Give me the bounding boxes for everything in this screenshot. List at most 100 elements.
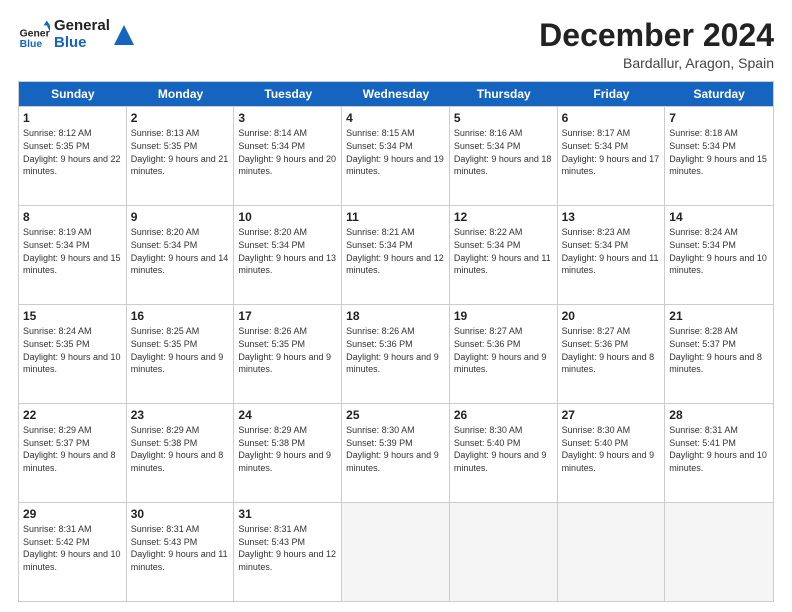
day-number: 13 bbox=[562, 209, 661, 225]
day-number: 26 bbox=[454, 407, 553, 423]
day-number: 3 bbox=[238, 110, 337, 126]
logo-triangle bbox=[114, 25, 134, 45]
week-row-1: 1 Sunrise: 8:12 AMSunset: 5:35 PMDaylight… bbox=[19, 106, 773, 205]
day-cell-10: 10 Sunrise: 8:20 AMSunset: 5:34 PMDayligh… bbox=[234, 206, 342, 304]
week-row-3: 15 Sunrise: 8:24 AMSunset: 5:35 PMDayligh… bbox=[19, 304, 773, 403]
logo: General Blue General Blue bbox=[18, 18, 134, 51]
day-cell-4: 4Sunrise: 8:15 AMSunset: 5:34 PMDaylight… bbox=[342, 107, 450, 205]
day-info: Sunrise: 8:13 AMSunset: 5:35 PMDaylight:… bbox=[131, 128, 229, 176]
day-info: Sunrise: 8:31 AMSunset: 5:42 PMDaylight:… bbox=[23, 524, 121, 572]
day-cell-23: 23Sunrise: 8:29 AMSunset: 5:38 PMDayligh… bbox=[127, 404, 235, 502]
day-info: Sunrise: 8:24 AMSunset: 5:35 PMDaylight:… bbox=[23, 326, 121, 374]
day-info: Sunrise: 8:31 AMSunset: 5:43 PMDaylight:… bbox=[238, 524, 336, 572]
day-number: 25 bbox=[346, 407, 445, 423]
day-number: 14 bbox=[669, 209, 769, 225]
day-cell-31: 31 Sunrise: 8:31 AMSunset: 5:43 PMDayligh… bbox=[234, 503, 342, 601]
header-day-thursday: Thursday bbox=[450, 82, 558, 106]
day-cell-18: 18 Sunrise: 8:26 AMSunset: 5:36 PMDayligh… bbox=[342, 305, 450, 403]
day-number: 2 bbox=[131, 110, 230, 126]
day-cell-3: 3 Sunrise: 8:14 AMSunset: 5:34 PMDaylight… bbox=[234, 107, 342, 205]
calendar: SundayMondayTuesdayWednesdayThursdayFrid… bbox=[18, 81, 774, 602]
day-info: Sunrise: 8:25 AMSunset: 5:35 PMDaylight:… bbox=[131, 326, 224, 374]
month-title: December 2024 bbox=[539, 18, 774, 53]
day-info: Sunrise: 8:21 AMSunset: 5:34 PMDaylight:… bbox=[346, 227, 444, 275]
day-info: Sunrise: 8:29 AMSunset: 5:38 PMDaylight:… bbox=[238, 425, 331, 473]
day-cell-15: 15 Sunrise: 8:24 AMSunset: 5:35 PMDayligh… bbox=[19, 305, 127, 403]
header-day-sunday: Sunday bbox=[19, 82, 127, 106]
day-number: 30 bbox=[131, 506, 230, 522]
day-cell-2: 2 Sunrise: 8:13 AMSunset: 5:35 PMDaylight… bbox=[127, 107, 235, 205]
day-info: Sunrise: 8:14 AMSunset: 5:34 PMDaylight:… bbox=[238, 128, 336, 176]
day-cell-12: 12 Sunrise: 8:22 AMSunset: 5:34 PMDayligh… bbox=[450, 206, 558, 304]
day-cell-28: 28Sunrise: 8:31 AMSunset: 5:41 PMDayligh… bbox=[665, 404, 773, 502]
day-info: Sunrise: 8:26 AMSunset: 5:35 PMDaylight:… bbox=[238, 326, 331, 374]
logo-icon: General Blue bbox=[18, 19, 50, 51]
day-cell-24: 24 Sunrise: 8:29 AMSunset: 5:38 PMDayligh… bbox=[234, 404, 342, 502]
day-info: Sunrise: 8:19 AMSunset: 5:34 PMDaylight:… bbox=[23, 227, 121, 275]
day-cell-9: 9Sunrise: 8:20 AMSunset: 5:34 PMDaylight… bbox=[127, 206, 235, 304]
day-info: Sunrise: 8:12 AMSunset: 5:35 PMDaylight:… bbox=[23, 128, 121, 176]
day-info: Sunrise: 8:20 AMSunset: 5:34 PMDaylight:… bbox=[238, 227, 336, 275]
day-number: 31 bbox=[238, 506, 337, 522]
header-day-tuesday: Tuesday bbox=[234, 82, 342, 106]
calendar-header: SundayMondayTuesdayWednesdayThursdayFrid… bbox=[19, 82, 773, 106]
day-number: 12 bbox=[454, 209, 553, 225]
day-number: 6 bbox=[562, 110, 661, 126]
page: General Blue General Blue December 2024 … bbox=[0, 0, 792, 612]
location: Bardallur, Aragon, Spain bbox=[539, 55, 774, 71]
header-day-friday: Friday bbox=[558, 82, 666, 106]
day-info: Sunrise: 8:22 AMSunset: 5:34 PMDaylight:… bbox=[454, 227, 551, 275]
day-cell-7: 7 Sunrise: 8:18 AMSunset: 5:34 PMDaylight… bbox=[665, 107, 773, 205]
day-number: 19 bbox=[454, 308, 553, 324]
day-cell-6: 6Sunrise: 8:17 AMSunset: 5:34 PMDaylight… bbox=[558, 107, 666, 205]
day-number: 24 bbox=[238, 407, 337, 423]
title-block: December 2024 Bardallur, Aragon, Spain bbox=[539, 18, 774, 71]
day-cell-14: 14 Sunrise: 8:24 AMSunset: 5:34 PMDayligh… bbox=[665, 206, 773, 304]
day-number: 11 bbox=[346, 209, 445, 225]
day-info: Sunrise: 8:30 AMSunset: 5:40 PMDaylight:… bbox=[562, 425, 655, 473]
day-number: 7 bbox=[669, 110, 769, 126]
empty-cell bbox=[450, 503, 558, 601]
day-number: 4 bbox=[346, 110, 445, 126]
day-cell-21: 21 Sunrise: 8:28 AMSunset: 5:37 PMDayligh… bbox=[665, 305, 773, 403]
empty-cell bbox=[558, 503, 666, 601]
day-cell-27: 27 Sunrise: 8:30 AMSunset: 5:40 PMDayligh… bbox=[558, 404, 666, 502]
day-info: Sunrise: 8:28 AMSunset: 5:37 PMDaylight:… bbox=[669, 326, 762, 374]
header-day-monday: Monday bbox=[127, 82, 235, 106]
day-number: 15 bbox=[23, 308, 122, 324]
day-info: Sunrise: 8:24 AMSunset: 5:34 PMDaylight:… bbox=[669, 227, 767, 275]
day-number: 1 bbox=[23, 110, 122, 126]
day-number: 18 bbox=[346, 308, 445, 324]
calendar-body: 1 Sunrise: 8:12 AMSunset: 5:35 PMDaylight… bbox=[19, 106, 773, 601]
day-cell-20: 20Sunrise: 8:27 AMSunset: 5:36 PMDayligh… bbox=[558, 305, 666, 403]
day-info: Sunrise: 8:30 AMSunset: 5:40 PMDaylight:… bbox=[454, 425, 547, 473]
day-number: 28 bbox=[669, 407, 769, 423]
day-cell-22: 22Sunrise: 8:29 AMSunset: 5:37 PMDayligh… bbox=[19, 404, 127, 502]
empty-cell bbox=[665, 503, 773, 601]
day-info: Sunrise: 8:23 AMSunset: 5:34 PMDaylight:… bbox=[562, 227, 659, 275]
day-info: Sunrise: 8:31 AMSunset: 5:43 PMDaylight:… bbox=[131, 524, 228, 572]
day-info: Sunrise: 8:18 AMSunset: 5:34 PMDaylight:… bbox=[669, 128, 767, 176]
logo-general: General bbox=[54, 18, 110, 35]
day-cell-13: 13 Sunrise: 8:23 AMSunset: 5:34 PMDayligh… bbox=[558, 206, 666, 304]
day-number: 5 bbox=[454, 110, 553, 126]
week-row-4: 22Sunrise: 8:29 AMSunset: 5:37 PMDayligh… bbox=[19, 403, 773, 502]
day-number: 10 bbox=[238, 209, 337, 225]
day-cell-16: 16Sunrise: 8:25 AMSunset: 5:35 PMDayligh… bbox=[127, 305, 235, 403]
day-info: Sunrise: 8:26 AMSunset: 5:36 PMDaylight:… bbox=[346, 326, 439, 374]
day-info: Sunrise: 8:27 AMSunset: 5:36 PMDaylight:… bbox=[562, 326, 655, 374]
day-number: 9 bbox=[131, 209, 230, 225]
day-number: 8 bbox=[23, 209, 122, 225]
day-number: 27 bbox=[562, 407, 661, 423]
day-cell-19: 19Sunrise: 8:27 AMSunset: 5:36 PMDayligh… bbox=[450, 305, 558, 403]
logo-blue: Blue bbox=[54, 35, 110, 52]
day-number: 21 bbox=[669, 308, 769, 324]
header: General Blue General Blue December 2024 … bbox=[18, 18, 774, 71]
header-day-saturday: Saturday bbox=[665, 82, 773, 106]
week-row-2: 8 Sunrise: 8:19 AMSunset: 5:34 PMDaylight… bbox=[19, 205, 773, 304]
svg-text:General: General bbox=[20, 28, 50, 39]
day-number: 22 bbox=[23, 407, 122, 423]
day-cell-25: 25Sunrise: 8:30 AMSunset: 5:39 PMDayligh… bbox=[342, 404, 450, 502]
svg-text:Blue: Blue bbox=[20, 39, 43, 50]
day-cell-29: 29Sunrise: 8:31 AMSunset: 5:42 PMDayligh… bbox=[19, 503, 127, 601]
